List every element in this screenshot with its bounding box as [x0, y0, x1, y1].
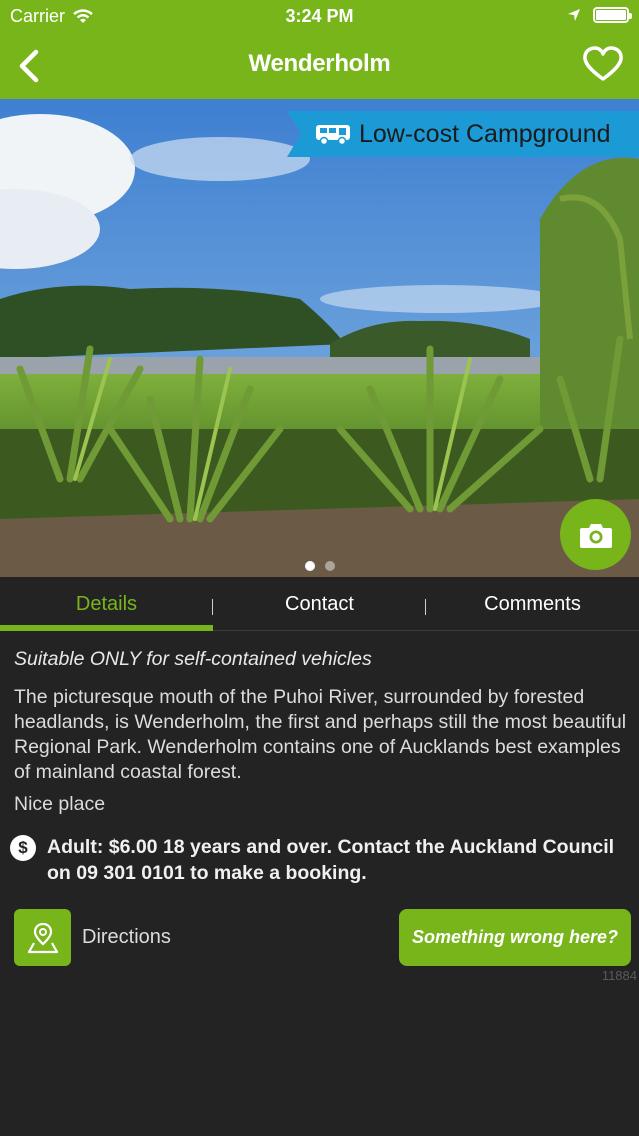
report-problem-button[interactable]: Something wrong here? — [399, 909, 631, 966]
pager-dot[interactable] — [304, 561, 315, 571]
photo-pager[interactable] — [0, 561, 639, 571]
page-title: Wenderholm — [248, 50, 391, 77]
site-note: Nice place — [14, 793, 106, 815]
category-badge: Low-cost Campground — [287, 111, 639, 157]
heart-outline-icon — [583, 46, 623, 81]
category-label: Low-cost Campground — [359, 119, 611, 148]
add-photo-button[interactable] — [560, 499, 631, 570]
map-pin-icon — [27, 922, 58, 953]
directions-button[interactable] — [14, 909, 71, 966]
dollar-icon: $ — [10, 835, 36, 861]
site-id: 11884 — [601, 968, 637, 983]
directions-label[interactable]: Directions — [82, 926, 171, 949]
back-button[interactable] — [12, 46, 48, 86]
photo-image — [0, 99, 639, 577]
tab-comments[interactable]: Comments — [426, 577, 639, 630]
location-arrow-icon — [568, 9, 580, 21]
status-right — [567, 7, 632, 23]
action-row: Directions Something wrong here? — [14, 909, 631, 967]
tab-contact[interactable]: Contact — [213, 577, 426, 630]
price-text: Adult: $6.00 18 years and over. Contact … — [47, 836, 615, 884]
tab-bar: Details Contact Comments — [0, 577, 639, 631]
camera-icon — [579, 523, 612, 548]
tab-divider — [212, 599, 213, 615]
campervan-icon — [316, 125, 350, 146]
pager-dot[interactable] — [324, 561, 335, 571]
price-info: $ Adult: $6.00 18 years and over. Contac… — [10, 834, 627, 886]
battery-icon — [593, 7, 632, 23]
chevron-left-icon — [19, 49, 39, 83]
vehicle-notice: Suitable ONLY for self-contained vehicle… — [14, 648, 372, 670]
site-description: The picturesque mouth of the Puhoi River… — [14, 686, 627, 783]
status-bar: Carrier 3:24 PM — [0, 0, 639, 34]
tab-divider — [425, 599, 426, 615]
favorite-button[interactable] — [581, 44, 625, 84]
tab-details[interactable]: Details — [0, 577, 213, 631]
app-header: Carrier 3:24 PM Wenderholm — [0, 0, 639, 99]
details-panel: Suitable ONLY for self-contained vehicle… — [10, 648, 627, 886]
campsite-photo[interactable]: Low-cost Campground — [0, 99, 639, 577]
status-time: 3:24 PM — [285, 6, 354, 26]
